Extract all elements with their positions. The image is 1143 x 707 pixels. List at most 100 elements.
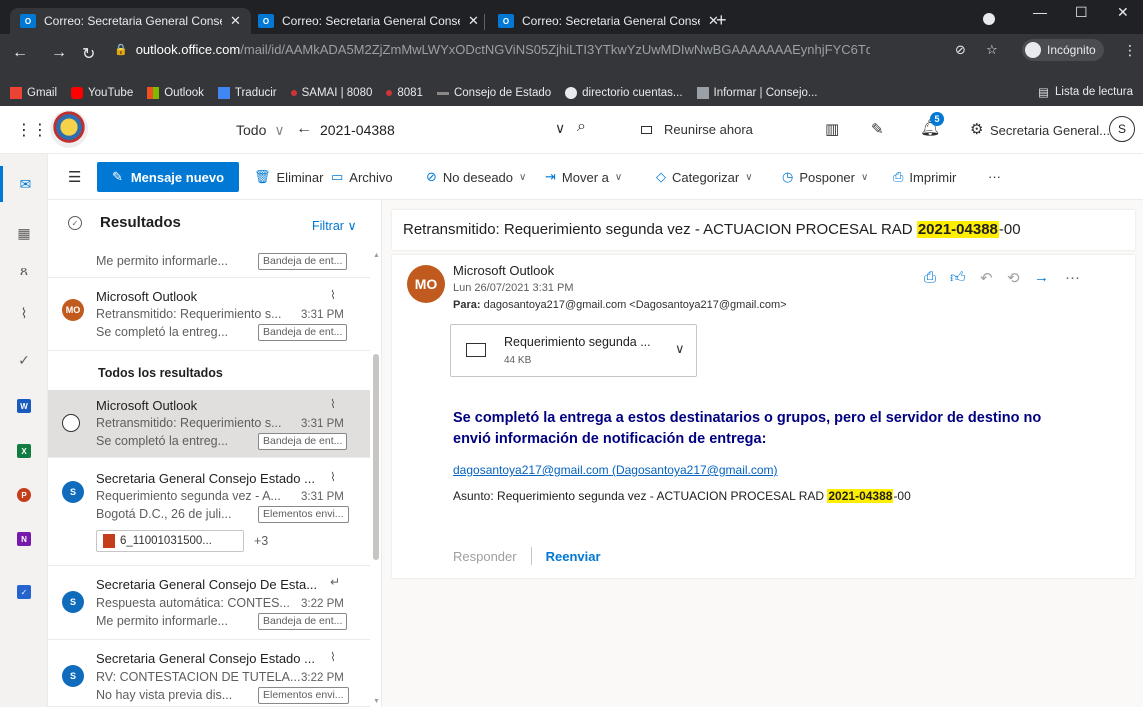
forward-icon[interactable]: →: [1034, 269, 1049, 286]
archive-button[interactable]: ▭ Archivo: [331, 169, 393, 185]
address-bar[interactable]: 🔒 outlook.office.com /mail/id/AAMkADA5M2…: [114, 37, 1010, 61]
trash-icon: 🗑︎: [254, 169, 271, 184]
attachment-chip[interactable]: 6_11001031500...: [96, 530, 244, 552]
chevron-down-icon[interactable]: ∨: [555, 120, 565, 137]
to-address[interactable]: dagosantoya217@gmail.com <Dagosantoya217…: [484, 299, 787, 311]
bookmark-directorio[interactable]: directorio cuentas...: [565, 87, 683, 99]
categorize-button[interactable]: ◇ Categorizar ∨: [656, 169, 753, 185]
recipient-link[interactable]: dagosantoya217@gmail.com (Dagosantoya217…: [453, 463, 778, 477]
bookmark-star-icon[interactable]: ☆: [986, 42, 998, 58]
tab-search-icon[interactable]: [983, 13, 995, 25]
subject-card: Retransmitido: Requerimiento segunda vez…: [392, 210, 1135, 250]
minimize-icon[interactable]: —: [1033, 4, 1047, 20]
reload-icon[interactable]: ↻: [82, 44, 95, 64]
browser-tab[interactable]: O Correo: Secretaria General Conse ✕: [10, 8, 251, 34]
delete-button[interactable]: 🗑︎ Eliminar: [254, 169, 323, 185]
attachment-card[interactable]: Requerimiento segunda ... 44 KB ∨: [450, 324, 697, 377]
avatar: S: [62, 591, 84, 613]
bookmark-gmail[interactable]: Gmail: [10, 87, 57, 99]
incognito-indicator[interactable]: Incógnito: [1022, 39, 1104, 61]
junk-button[interactable]: ⊘ No deseado ∨: [426, 169, 526, 185]
more-options-icon[interactable]: ···: [988, 169, 1001, 184]
todo-check-icon[interactable]: ✓: [0, 342, 48, 378]
hamburger-icon[interactable]: ☰: [68, 168, 81, 186]
scroll-up-icon[interactable]: ▲: [373, 252, 380, 259]
new-message-button[interactable]: ✎ Mensaje nuevo: [97, 162, 239, 192]
tracking-off-icon[interactable]: ⊘: [955, 42, 966, 58]
new-tab-icon[interactable]: +: [716, 10, 727, 31]
chevron-down-icon[interactable]: ∨: [675, 341, 685, 357]
attachment-size: 44 KB: [504, 355, 532, 366]
like-icon[interactable]: 👍︎: [950, 269, 966, 287]
outlook-icon: [147, 87, 160, 99]
mail-icon[interactable]: ✉: [0, 166, 48, 202]
select-all-checkbox[interactable]: ✓: [68, 216, 82, 230]
excel-icon[interactable]: X: [0, 433, 48, 469]
gear-icon[interactable]: ⚙: [970, 120, 983, 138]
todo-icon[interactable]: ✓: [0, 574, 48, 610]
close-icon[interactable]: ✕: [230, 13, 241, 29]
list-item[interactable]: S Secretaria General Consejo Estado ... …: [48, 641, 370, 707]
paperclip-icon: ⌇: [330, 288, 336, 302]
back-arrow-icon[interactable]: ←: [296, 120, 312, 138]
avatar[interactable]: S: [1109, 116, 1135, 142]
edit-note-icon[interactable]: ✎: [871, 120, 884, 138]
teams-icon[interactable]: ▥: [825, 120, 839, 138]
browser-tab[interactable]: O Correo: Secretaria General Conse ✕: [248, 8, 489, 34]
account-name[interactable]: Secretaria General...: [990, 123, 1110, 138]
url-path: /mail/id/AAMkADA5M2ZjZmMwLWYxODctNGViNS0…: [240, 41, 871, 57]
search-icon[interactable]: ⌕: [577, 118, 586, 136]
maximize-icon[interactable]: ☐: [1075, 4, 1088, 21]
bookmark-informar[interactable]: Informar | Consejo...: [696, 87, 818, 99]
browser-tab[interactable]: O Correo: Secretaria General Conse ✕: [488, 8, 729, 34]
snooze-button[interactable]: ◷ Posponer ∨: [782, 169, 868, 185]
onenote-icon[interactable]: N: [0, 521, 48, 557]
bookmark-traducir[interactable]: Traducir: [217, 87, 277, 99]
search-scope-dropdown[interactable]: Todo ∨: [236, 122, 285, 139]
bookmark-outlook[interactable]: Outlook: [147, 87, 204, 99]
reply-icon[interactable]: ↶: [980, 269, 993, 287]
list-item[interactable]: Me permito informarle... Bandeja de ent.…: [48, 248, 370, 278]
paperclip-icon[interactable]: ⌇: [0, 295, 48, 331]
avatar: S: [62, 665, 84, 687]
reply-all-icon[interactable]: ⟲: [1007, 269, 1020, 287]
more-attachments[interactable]: +3: [254, 534, 268, 548]
bookmark-samai-8081[interactable]: 8081: [386, 87, 423, 99]
section-title: Todos los resultados: [98, 366, 223, 380]
sender-name[interactable]: Microsoft Outlook: [453, 263, 554, 278]
bookmark-consejo-estado[interactable]: Consejo de Estado: [436, 87, 551, 99]
print-button[interactable]: ⎙ Imprimir: [893, 169, 956, 185]
print-icon[interactable]: ⎙: [924, 269, 936, 286]
filter-button[interactable]: Filtrar ∨: [312, 218, 357, 233]
move-to-button[interactable]: ⇥ Mover a ∨: [545, 169, 622, 185]
people-icon[interactable]: ጸ: [0, 252, 48, 288]
scrollbar-thumb[interactable]: [373, 354, 379, 560]
close-icon[interactable]: ✕: [468, 13, 479, 29]
forward-button[interactable]: Reenviar: [546, 549, 601, 564]
bookmark-samai-8080[interactable]: SAMAI | 8080: [290, 87, 372, 99]
word-icon[interactable]: W: [0, 388, 48, 424]
reading-list-label: Lista de lectura: [1055, 86, 1133, 98]
list-item[interactable]: S Secretaria General Consejo Estado ... …: [48, 459, 370, 566]
reading-list[interactable]: ▤ Lista de lectura: [1038, 85, 1133, 99]
powerpoint-icon[interactable]: P: [0, 477, 48, 513]
more-options-icon[interactable]: ···: [1065, 269, 1080, 286]
back-icon[interactable]: ←: [12, 44, 28, 62]
meet-now-button[interactable]: Reunirse ahora: [641, 122, 753, 137]
list-header: ✓ Resultados Filtrar ∨: [48, 200, 381, 248]
forward-icon[interactable]: →: [51, 44, 67, 62]
bookmark-label: 8081: [397, 87, 423, 99]
select-radio[interactable]: [62, 414, 80, 432]
scroll-down-icon[interactable]: ▼: [373, 698, 380, 705]
reply-button[interactable]: Responder: [453, 549, 517, 564]
list-scrollbar[interactable]: ▲ ▼: [370, 248, 381, 707]
more-vert-icon[interactable]: ⋮: [1123, 42, 1137, 59]
list-item[interactable]: MO Microsoft Outlook ⌇ Retransmitido: Re…: [48, 279, 370, 351]
search-input[interactable]: [320, 119, 570, 141]
calendar-icon[interactable]: ▦: [0, 215, 48, 251]
avatar[interactable]: MO: [407, 265, 445, 303]
list-item-selected[interactable]: Microsoft Outlook ⌇ Retransmitido: Reque…: [48, 390, 370, 458]
window-close-icon[interactable]: ✕: [1117, 4, 1129, 21]
bookmark-youtube[interactable]: YouTube: [71, 87, 133, 99]
list-item[interactable]: S Secretaria General Consejo De Esta... …: [48, 567, 370, 640]
